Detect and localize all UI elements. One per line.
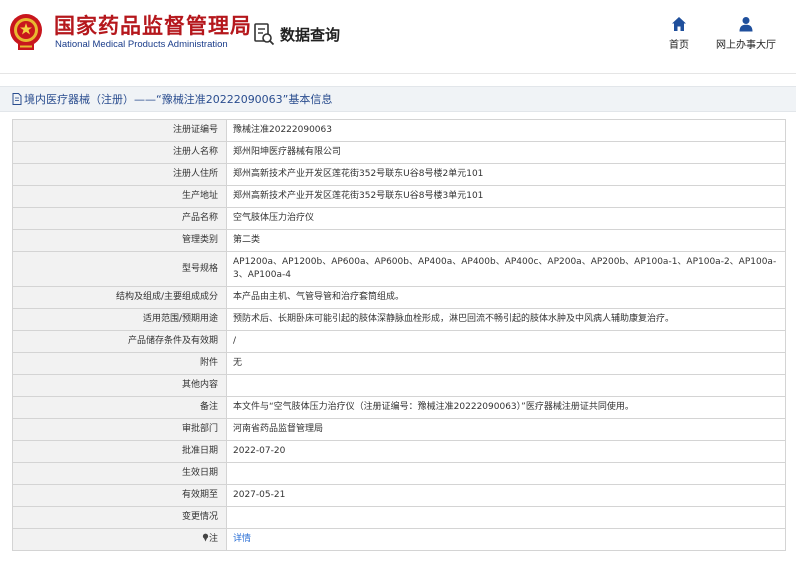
note-row-label: 注 [12,528,227,551]
row-value: 本产品由主机、气管导管和治疗套筒组成。 [226,286,786,309]
search-document-icon [254,23,275,46]
table-row: 管理类别 第二类 [12,229,786,252]
row-label: 注册人名称 [12,141,227,164]
table-row: 生效日期 [12,462,786,485]
site-header: 国家药品监督管理局 National Medical Products Admi… [0,0,796,74]
row-value: 2022-07-20 [226,440,786,463]
nav-home-label: 首页 [669,40,689,51]
table-row: 其他内容 [12,374,786,397]
site-subtitle: National Medical Products Administration [55,39,228,50]
row-label: 变更情况 [12,506,227,529]
table-row: 生产地址 郑州高新技术产业开发区莲花街352号联东U谷8号楼3单元101 [12,185,786,208]
table-row: 变更情况 [12,506,786,529]
nav-online-office-label: 网上办事大厅 [716,40,776,51]
row-label: 管理类别 [12,229,227,252]
breadcrumb-text: 境内医疗器械（注册）——“豫械注准20222090063”基本信息 [24,93,333,106]
table-row: 附件无 [12,352,786,375]
row-value: 本文件与“空气肢体压力治疗仪（注册证编号：豫械注准20222090063）”医疗… [226,396,786,419]
row-value: 详情 [226,528,786,551]
table-row: 有效期至 2027-05-21 [12,484,786,507]
row-label: 有效期至 [12,484,227,507]
row-label: 其他内容 [12,374,227,397]
row-label: 注册证编号 [12,119,227,142]
table-row: 产品名称 空气肢体压力治疗仪 [12,207,786,230]
row-label: 结构及组成/主要组成成分 [12,286,227,309]
data-query-label: 数据查询 [280,25,341,44]
table-row: 结构及组成/主要组成成分 本产品由主机、气管导管和治疗套筒组成。 [12,286,786,309]
table-row: 注册人名称 郑州阳坤医疗器械有限公司 [12,141,786,164]
table-row: 备注 本文件与“空气肢体压力治疗仪（注册证编号：豫械注准20222090063）”… [12,396,786,419]
row-value: 郑州阳坤医疗器械有限公司 [226,141,786,164]
user-icon [739,17,753,32]
row-value: 预防术后、长期卧床可能引起的肢体深静脉血栓形成，淋巴回流不畅引起的肢体水肿及中风… [226,308,786,331]
table-row: 注册证编号 豫械注准20222090063 [12,119,786,142]
row-label: 批准日期 [12,440,227,463]
table-row: 注册人住所 郑州高新技术产业开发区莲花街352号联东U谷8号楼2单元101 [12,163,786,186]
row-value: 第二类 [226,229,786,252]
row-value: 无 [226,352,786,375]
row-value: 豫械注准20222090063 [226,119,786,142]
national-emblem-icon [10,14,42,50]
row-label: 生产地址 [12,185,227,208]
note-label: 注 [208,534,218,544]
pin-icon [202,533,209,542]
row-value [226,462,786,485]
row-value: AP1200a、AP1200b、AP600a、AP600b、AP400a、AP4… [226,251,786,287]
row-label: 注册人住所 [12,163,227,186]
row-value: 2027-05-21 [226,484,786,507]
row-value: / [226,330,786,353]
details-link[interactable]: 详情 [233,534,251,544]
row-value: 郑州高新技术产业开发区莲花街352号联东U谷8号楼2单元101 [226,163,786,186]
row-label: 产品名称 [12,207,227,230]
table-row: 批准日期 2022-07-20 [12,440,786,463]
registration-info-table: 注册证编号 豫械注准20222090063 注册人名称 郑州阳坤医疗器械有限公司 注… [12,119,786,551]
table-row: 型号规格 AP1200a、AP1200b、AP600a、AP600b、AP400a… [12,251,786,287]
home-icon [672,17,686,31]
row-value [226,506,786,529]
row-value: 郑州高新技术产业开发区莲花街352号联东U谷8号楼3单元101 [226,185,786,208]
row-label: 产品储存条件及有效期 [12,330,227,353]
nav-home[interactable]: 首页 [664,16,694,51]
row-label: 备注 [12,396,227,419]
data-query-link[interactable]: 数据查询 [252,20,340,48]
row-label: 附件 [12,352,227,375]
row-label: 审批部门 [12,418,227,441]
breadcrumb: 境内医疗器械（注册）——“豫械注准20222090063”基本信息 [0,86,796,112]
table-row: 审批部门 河南省药品监督管理局 [12,418,786,441]
table-row: 适用范围/预期用途 预防术后、长期卧床可能引起的肢体深静脉血栓形成，淋巴回流不畅引… [12,308,786,331]
row-value: 空气肢体压力治疗仪 [226,207,786,230]
row-label: 适用范围/预期用途 [12,308,227,331]
document-icon [12,93,22,105]
header-divider [0,73,796,74]
site-title: 国家药品监督管理局 [54,14,252,38]
table-row: 产品储存条件及有效期 / [12,330,786,353]
row-label: 生效日期 [12,462,227,485]
row-label: 型号规格 [12,251,227,287]
row-value [226,374,786,397]
row-value: 河南省药品监督管理局 [226,418,786,441]
nav-online-office[interactable]: 网上办事大厅 [714,16,778,51]
table-row: 注 详情 [12,528,786,551]
